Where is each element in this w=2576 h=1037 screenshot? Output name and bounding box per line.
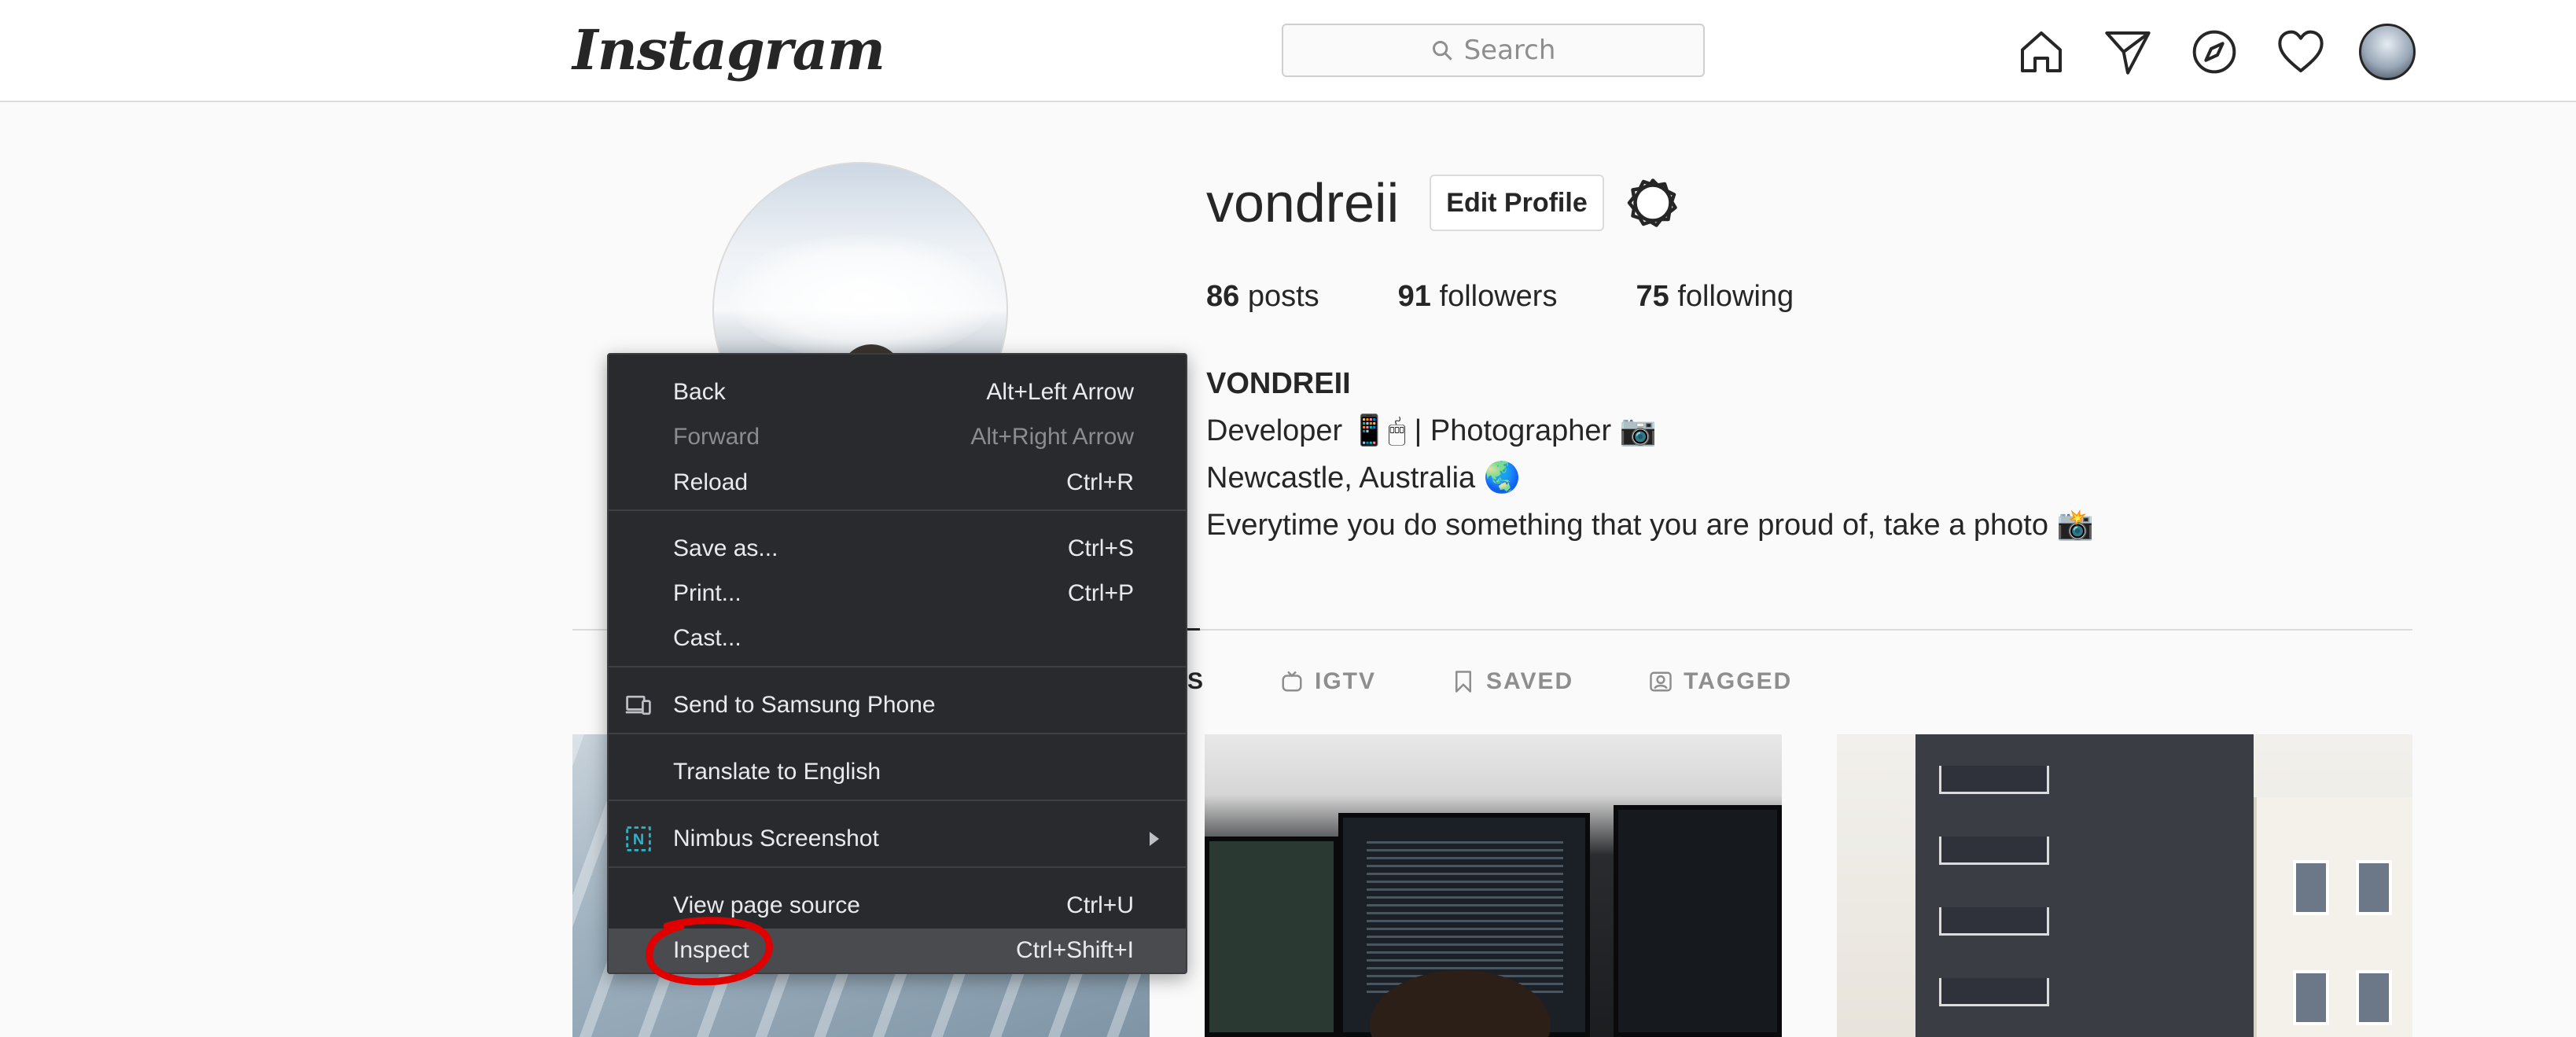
bio-line: Everytime you do something that you are … — [1206, 509, 2094, 542]
menu-item-send-to-phone[interactable]: Send to Samsung Phone — [609, 683, 1186, 727]
igtv-icon — [1282, 671, 1302, 692]
menu-item-label: Print... — [673, 580, 742, 606]
nimbus-extension-icon: N — [623, 823, 654, 855]
menu-item-cast[interactable]: Cast... — [609, 616, 1186, 660]
menu-item-label: Nimbus Screenshot — [673, 826, 879, 851]
menu-item-forward: Forward Alt+Right Arrow — [609, 415, 1186, 459]
home-icon[interactable] — [2013, 24, 2070, 80]
nav-icons — [2013, 24, 2416, 80]
tab-igtv[interactable]: IGTV — [1280, 668, 1376, 695]
profile-stats: 86 posts 91 followers 75 following — [1206, 280, 1794, 314]
bio-line: Developer 📱🖱 | Photographer 📷 — [1206, 414, 1658, 447]
submenu-arrow-icon — [1150, 832, 1159, 846]
posts-stat: 86 posts — [1206, 280, 1319, 314]
profile-tabs: S IGTV SAVED TAGGED — [1187, 668, 1792, 695]
tab-posts-label: S — [1187, 668, 1205, 694]
browser-context-menu: Back Alt+Left Arrow Forward Alt+Right Ar… — [607, 353, 1187, 974]
menu-separator — [609, 509, 1186, 511]
explore-compass-icon[interactable] — [2186, 24, 2243, 80]
menu-separator — [609, 666, 1186, 667]
following-stat[interactable]: 75 following — [1636, 280, 1794, 314]
menu-item-shortcut: Ctrl+U — [1066, 892, 1134, 918]
following-label: following — [1677, 280, 1794, 313]
post-thumbnail[interactable] — [1837, 734, 2412, 1037]
direct-send-icon[interactable] — [2099, 24, 2156, 80]
menu-item-label: Back — [673, 379, 726, 405]
activity-heart-icon[interactable] — [2272, 24, 2329, 80]
menu-item-shortcut: Ctrl+P — [1067, 580, 1134, 606]
menu-item-label: Reload — [673, 469, 749, 495]
menu-item-label: Send to Samsung Phone — [673, 692, 936, 718]
post-thumbnail[interactable] — [1205, 734, 1782, 1037]
menu-separator — [609, 800, 1186, 801]
tab-igtv-label: IGTV — [1315, 668, 1377, 694]
menu-item-translate[interactable]: Translate to English — [609, 750, 1186, 794]
search-input[interactable]: Search — [1282, 24, 1705, 77]
following-count: 75 — [1636, 280, 1669, 313]
posts-label: posts — [1247, 280, 1319, 313]
menu-item-shortcut: Alt+Left Arrow — [986, 379, 1134, 405]
menu-item-shortcut: Ctrl+Shift+I — [1015, 937, 1134, 963]
bookmark-icon — [1455, 671, 1472, 693]
tab-posts[interactable]: S — [1187, 668, 1205, 695]
profile-username: vondreii — [1206, 172, 1400, 234]
followers-label: followers — [1439, 280, 1558, 313]
followers-count: 91 — [1397, 280, 1431, 313]
menu-item-label: Cast... — [673, 625, 742, 651]
menu-item-label: Translate to English — [673, 759, 881, 785]
top-nav-bar: Instagram Search — [0, 0, 2576, 102]
menu-item-label: Forward — [673, 424, 760, 450]
menu-item-shortcut: Ctrl+R — [1066, 469, 1134, 495]
tab-saved[interactable]: SAVED — [1452, 668, 1573, 695]
menu-item-shortcut: Ctrl+S — [1067, 535, 1134, 561]
menu-item-label: Save as... — [673, 535, 778, 561]
tab-saved-label: SAVED — [1486, 668, 1574, 694]
bio-line: Newcastle, Australia 🌏 — [1206, 462, 1522, 495]
bio-full-name: VONDREII — [1206, 367, 1351, 400]
profile-bio: VONDREII Developer 📱🖱 | Photographer 📷 N… — [1206, 360, 2094, 549]
svg-text:N: N — [633, 831, 644, 848]
menu-item-back[interactable]: Back Alt+Left Arrow — [609, 370, 1186, 414]
menu-item-shortcut: Alt+Right Arrow — [970, 424, 1134, 450]
menu-item-reload[interactable]: Reload Ctrl+R — [609, 461, 1186, 505]
tab-tagged[interactable]: TAGGED — [1649, 668, 1792, 695]
followers-stat[interactable]: 91 followers — [1398, 280, 1558, 314]
menu-item-print[interactable]: Print... Ctrl+P — [609, 572, 1186, 616]
search-icon — [1432, 41, 1452, 61]
tagged-icon — [1650, 671, 1672, 692]
instagram-logo[interactable]: Instagram — [572, 17, 885, 83]
menu-separator — [609, 866, 1186, 868]
menu-item-save-as[interactable]: Save as... Ctrl+S — [609, 527, 1186, 571]
edit-profile-button[interactable]: Edit Profile — [1430, 175, 1604, 231]
menu-separator — [609, 733, 1186, 734]
settings-gear-icon[interactable] — [1625, 175, 1681, 231]
profile-avatar[interactable] — [2359, 24, 2416, 80]
red-annotation-circle — [646, 917, 773, 986]
send-to-device-icon — [623, 689, 654, 721]
tab-tagged-label: TAGGED — [1684, 668, 1793, 694]
search-placeholder: Search — [1463, 35, 1556, 66]
menu-item-nimbus-screenshot[interactable]: N Nimbus Screenshot — [609, 817, 1186, 861]
posts-count: 86 — [1206, 280, 1240, 313]
